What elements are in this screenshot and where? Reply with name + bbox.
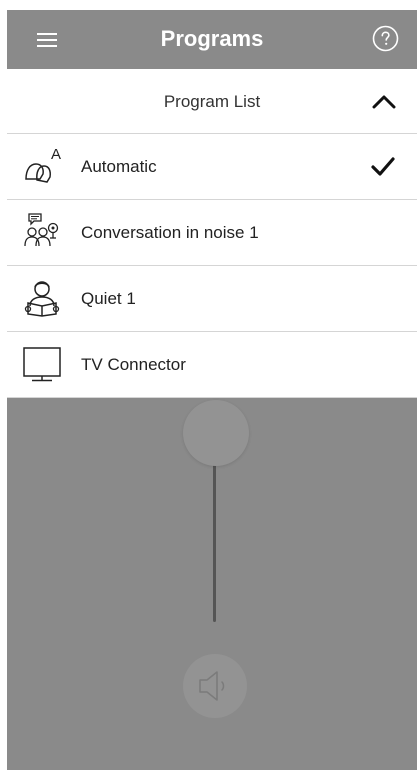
page-title: Programs <box>160 26 264 51</box>
volume-slider-thumb[interactable] <box>183 400 249 466</box>
conversation-in-noise-icon <box>20 210 64 254</box>
volume-control <box>7 400 417 770</box>
program-list-dropdown: Program List A Automatic Conversation in… <box>7 69 417 398</box>
speaker-volume-button[interactable] <box>183 654 247 718</box>
program-item-label: Quiet 1 <box>81 289 136 308</box>
top-app-bar: Programs <box>7 10 417 69</box>
program-item-quiet[interactable]: Quiet 1 <box>7 266 417 332</box>
program-item-label: Conversation in noise 1 <box>81 223 259 242</box>
program-item-conversation-in-noise[interactable]: Conversation in noise 1 <box>7 200 417 266</box>
app-screen: Programs Program List A Automatic Conver… <box>7 10 417 770</box>
reading-person-icon <box>20 276 64 320</box>
program-list-title: Program List <box>163 92 261 111</box>
help-circle-icon[interactable] <box>372 25 399 52</box>
tv-icon <box>20 342 64 386</box>
program-item-automatic[interactable]: A Automatic <box>7 134 417 200</box>
program-item-tv-connector[interactable]: TV Connector <box>7 332 417 398</box>
program-item-label: TV Connector <box>81 355 186 374</box>
speaker-volume-icon <box>199 671 225 701</box>
chevron-up-icon[interactable] <box>370 91 398 111</box>
program-item-label: Automatic <box>81 157 157 176</box>
volume-slider-track[interactable] <box>213 460 216 622</box>
hearing-aid-auto-icon: A <box>20 144 64 188</box>
svg-text:A: A <box>51 146 61 163</box>
checkmark-icon <box>370 155 396 177</box>
program-list-header[interactable]: Program List <box>7 69 417 134</box>
